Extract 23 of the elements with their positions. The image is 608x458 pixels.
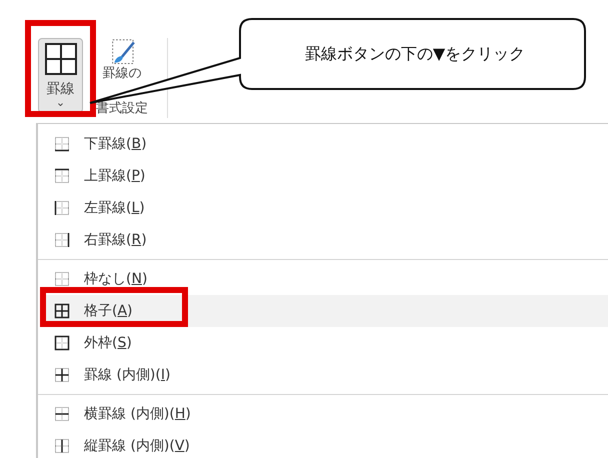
menu-item[interactable]: 上罫線(P) — [40, 160, 608, 192]
border-format-button[interactable]: 罫線の 書式設定 — [89, 38, 155, 120]
all-borders-icon — [54, 303, 70, 319]
inside-borders-icon — [54, 367, 70, 383]
borders-button[interactable]: 罫線 ⌄ — [38, 38, 83, 113]
menu-item[interactable]: 外枠(S) — [40, 327, 608, 359]
menu-item[interactable]: 枠なし(N) — [40, 263, 608, 295]
menu-item[interactable]: 縦罫線 (内側)(V) — [40, 430, 608, 458]
bottom-border-icon — [54, 136, 70, 152]
right-border-icon — [54, 232, 70, 248]
callout-text: 罫線ボタンの下の▼をクリック — [304, 43, 526, 65]
menu-item[interactable]: 横罫線 (内側)(H) — [40, 398, 608, 430]
menu-item[interactable]: 罫線 (内側)(I) — [40, 359, 608, 391]
inside-horizontal-border-icon — [54, 406, 70, 422]
menu-item[interactable]: 左罫線(L) — [40, 192, 608, 224]
menu-item[interactable]: 下罫線(B) — [40, 128, 608, 160]
top-border-icon — [54, 168, 70, 184]
grid-icon — [44, 43, 76, 75]
menu-item[interactable]: 右罫線(R) — [40, 224, 608, 256]
left-border-icon — [54, 200, 70, 216]
outside-border-icon — [54, 335, 70, 351]
no-border-icon — [54, 271, 70, 287]
inside-vertical-border-icon — [54, 438, 70, 454]
